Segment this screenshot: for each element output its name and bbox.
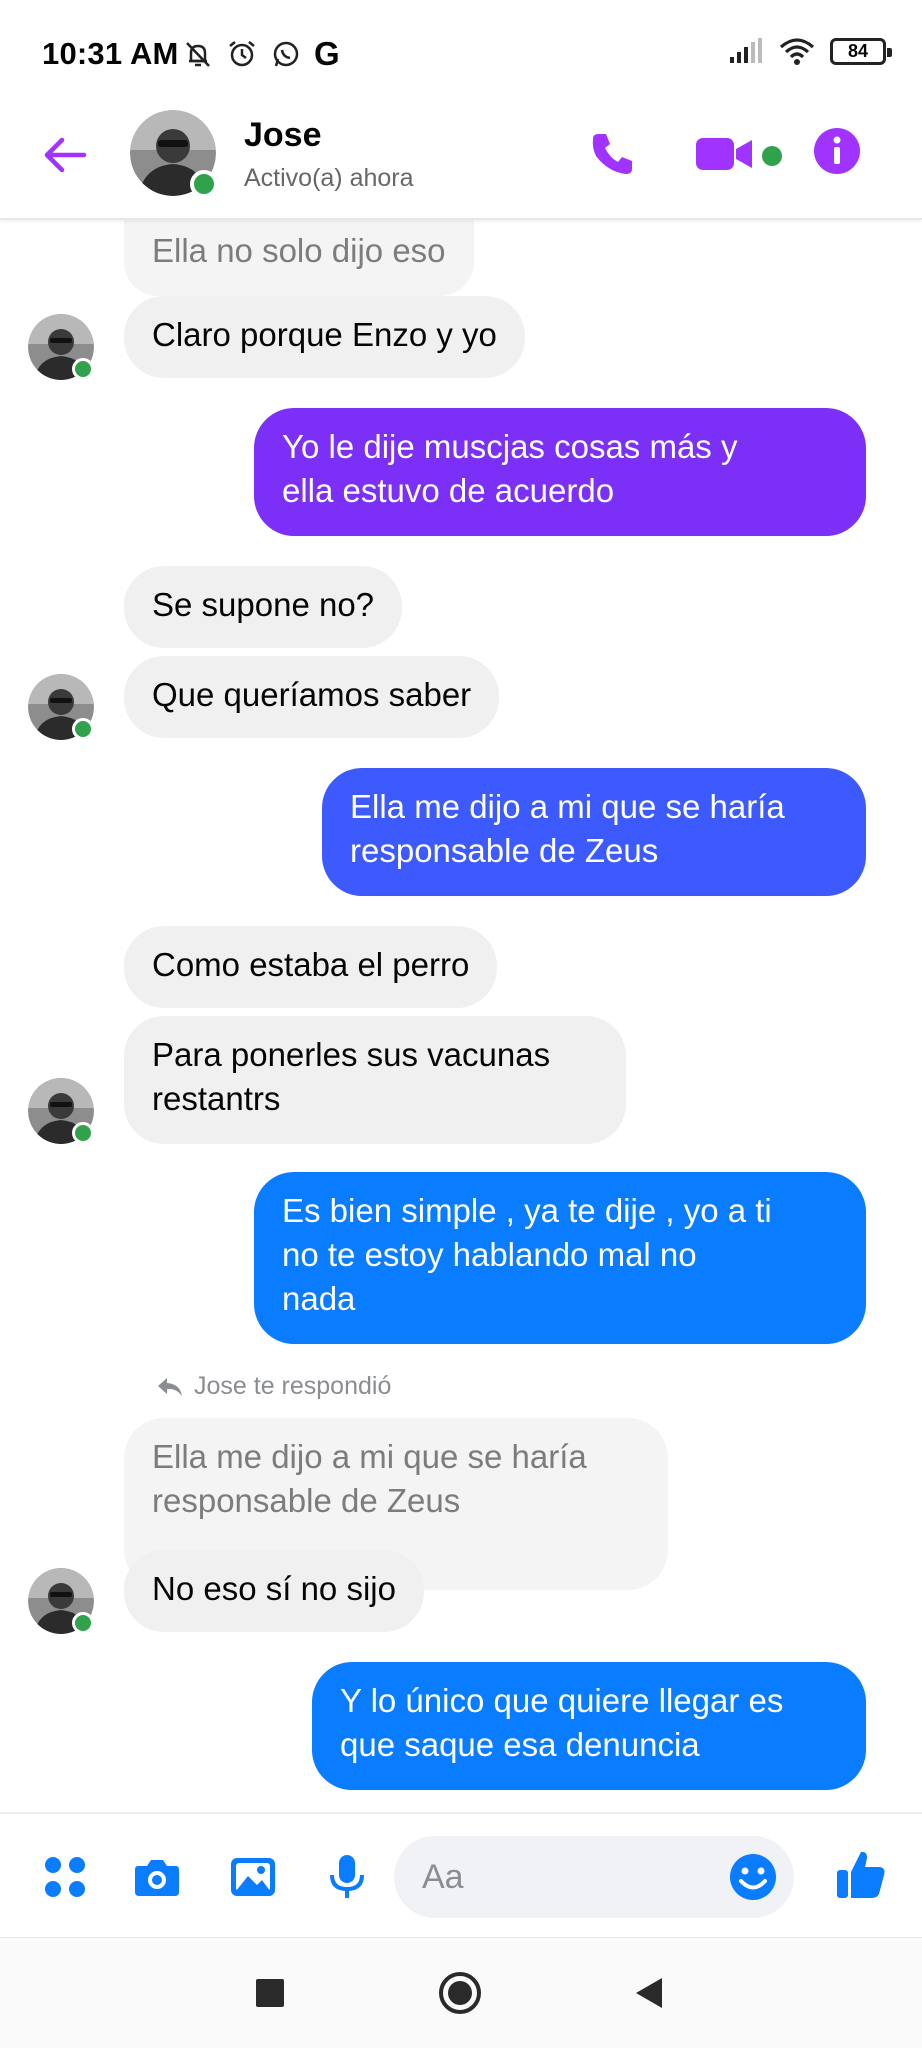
microphone-icon[interactable] <box>322 1852 372 1902</box>
info-icon[interactable] <box>812 126 862 176</box>
whatsapp-icon <box>273 41 299 67</box>
wifi-icon <box>779 38 815 65</box>
online-indicator <box>72 1612 94 1634</box>
phone-icon[interactable] <box>586 128 638 180</box>
message-input[interactable] <box>422 1854 702 1900</box>
online-indicator <box>72 1122 94 1144</box>
apps-grid-icon[interactable] <box>40 1852 90 1902</box>
reply-arrow-icon <box>158 1377 182 1396</box>
system-indicators: 84 <box>728 36 892 66</box>
reply-indicator: Jose te respondió <box>156 1372 391 1401</box>
battery-level: 84 <box>847 40 869 61</box>
alarm-off-icon <box>186 42 210 67</box>
incoming-message[interactable]: Claro porque Enzo y yo <box>124 296 525 378</box>
incoming-message[interactable]: Como estaba el perro <box>124 926 498 1008</box>
thumbs-up-icon[interactable] <box>834 1848 888 1902</box>
video-camera-icon[interactable] <box>694 132 756 176</box>
message-composer <box>0 1812 922 1937</box>
back-triangle-icon[interactable] <box>634 1977 664 2009</box>
system-navigation-bar <box>0 1937 922 2048</box>
online-indicator <box>72 718 94 740</box>
status-time: 10:31 AM <box>42 36 179 71</box>
incoming-message[interactable]: Ella no solo dijo eso <box>124 212 474 296</box>
chat-header: Jose Activo(a) ahora <box>0 108 922 220</box>
google-icon: G <box>314 35 340 72</box>
incoming-message[interactable]: No eso sí no sijo <box>124 1550 424 1632</box>
home-circle-icon[interactable] <box>438 1971 482 2015</box>
recents-square-icon[interactable] <box>256 1979 284 2007</box>
image-icon[interactable] <box>228 1852 278 1902</box>
online-indicator <box>190 170 218 198</box>
incoming-message[interactable]: Se supone no? <box>124 566 403 648</box>
emoji-icon[interactable] <box>728 1852 778 1902</box>
outgoing-message[interactable]: Y lo único que quiere llegar es que saqu… <box>312 1662 866 1790</box>
contact-name[interactable]: Jose <box>244 116 322 155</box>
contact-status: Activo(a) ahora <box>244 164 414 192</box>
back-arrow-icon[interactable] <box>40 130 90 180</box>
message-input-container[interactable] <box>394 1836 794 1918</box>
incoming-message[interactable]: Que queríamos saber <box>124 656 500 738</box>
status-bar: 10:31 AM G 84 <box>0 0 922 108</box>
incoming-message[interactable]: Para ponerles sus vacunas restantrs <box>124 1016 626 1144</box>
signal-icon <box>730 38 762 63</box>
outgoing-message[interactable]: Es bien simple , ya te dije , yo a ti no… <box>254 1172 866 1344</box>
alarm-clock-icon <box>229 41 255 67</box>
camera-icon[interactable] <box>132 1852 182 1902</box>
online-indicator <box>72 358 94 380</box>
notification-icons: G <box>182 34 340 74</box>
video-active-dot <box>762 146 782 166</box>
outgoing-message[interactable]: Ella me dijo a mi que se haría responsab… <box>322 768 866 896</box>
battery-icon: 84 <box>830 37 892 65</box>
outgoing-message[interactable]: Yo le dije muscjas cosas más y ella estu… <box>254 408 866 536</box>
